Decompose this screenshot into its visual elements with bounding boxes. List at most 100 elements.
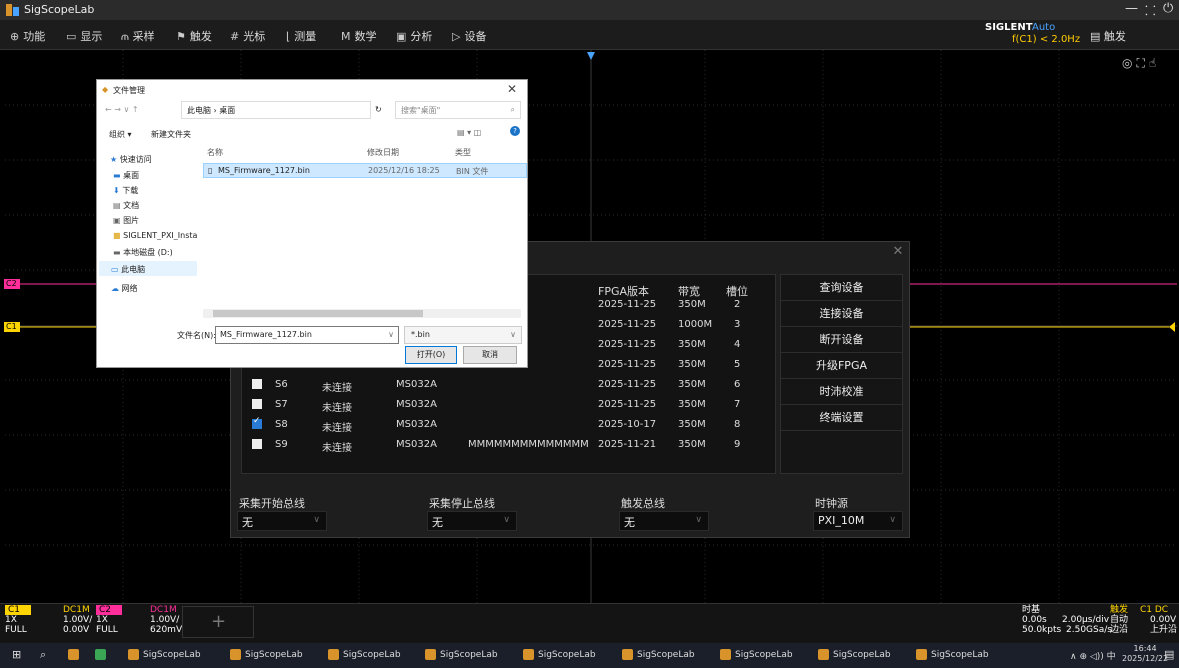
computer-icon: ▭	[111, 265, 122, 274]
c2-marker[interactable]: C2	[4, 279, 20, 289]
taskbar-sigscopelab-3[interactable]: SigScopeLab	[328, 649, 401, 660]
disconnect-device-button[interactable]: 断开设备	[781, 327, 902, 353]
device-row[interactable]: S9 未连接 MS032A MMMMMMMMMMMMMM 2025-11-21 350M 9	[242, 435, 777, 455]
c1-info[interactable]: C1 DC1M 1X 1.00V/ FULL 0.00V	[5, 604, 93, 644]
search-icon[interactable]: ⌕	[40, 648, 46, 662]
timebase-info[interactable]: 时基 0.00s 2.00μs/div 50.0kpts 2.50GSa/s	[1022, 604, 1112, 644]
c2-info[interactable]: C2 DC1M 1X 1.00V/ FULL 620mV	[96, 604, 182, 644]
terminal-settings-button[interactable]: 终端设置	[781, 405, 902, 431]
stop-bus-select[interactable]: 无 ∨	[427, 511, 517, 531]
nav-desktop[interactable]: ▬ 桌面	[113, 170, 139, 181]
device-checkbox[interactable]	[252, 439, 262, 449]
nav-this-pc[interactable]: ▭ 此电脑	[99, 261, 197, 276]
horizontal-scrollbar[interactable]	[203, 309, 521, 318]
windows-start-icon[interactable]: ⊞	[12, 648, 21, 661]
calibration-button[interactable]: 时沛校准	[781, 379, 902, 405]
col-name[interactable]: 名称	[207, 147, 223, 158]
taskbar-app-icon[interactable]	[68, 649, 83, 660]
nav-network[interactable]: ☁ 网络	[111, 283, 138, 294]
menu-analysis[interactable]: ▣ 分析	[396, 28, 432, 44]
fpga-version: 2025-10-17	[598, 419, 657, 430]
tray-icons[interactable]: ∧ ⊕ ◁)) 中	[1070, 649, 1116, 662]
analysis-icon: ▣	[396, 30, 407, 43]
nav-quick-access[interactable]: ★ 快速访问	[110, 154, 152, 165]
trigger-bus-label: 触发总线	[621, 497, 665, 510]
menu-math[interactable]: M 数学	[341, 28, 377, 44]
menu-acquire[interactable]: ⫙ 采样	[121, 28, 155, 44]
clock[interactable]: 16:44 2025/12/22	[1122, 644, 1168, 664]
filename-input[interactable]: MS_Firmware_1127.bin ∨	[215, 326, 399, 344]
new-folder-button[interactable]: 新建文件夹	[151, 129, 191, 140]
open-button[interactable]: 打开(O)	[405, 346, 457, 364]
nav-downloads[interactable]: ⬇ 下载	[113, 185, 138, 196]
nav-siglent-folder[interactable]: ■ SIGLENT_PXI_Insta	[113, 231, 203, 240]
col-date[interactable]: 修改日期	[367, 147, 399, 158]
close-icon[interactable]: ✕	[889, 244, 907, 262]
device-row[interactable]: S6 未连接 MS032A 2025-11-25 350M 6	[242, 375, 777, 395]
taskbar-app-icon-green[interactable]	[95, 649, 110, 660]
taskbar-sigscopelab-4[interactable]: SigScopeLab	[425, 649, 498, 660]
run-mode[interactable]: Auto	[1032, 22, 1055, 33]
power-button[interactable]: ⏻	[1163, 1, 1173, 16]
taskbar-sigscopelab-7[interactable]: SigScopeLab	[720, 649, 793, 660]
trigger-menu-button[interactable]: ▤ 触发	[1090, 28, 1126, 44]
clock-source-select[interactable]: PXI_10M ∨	[813, 511, 903, 531]
taskbar-sigscopelab-1[interactable]: SigScopeLab	[128, 649, 201, 660]
layout-button[interactable]: ⸬	[1145, 1, 1156, 19]
bandwidth: 350M	[678, 339, 706, 350]
connect-device-button[interactable]: 连接设备	[781, 301, 902, 327]
minimize-button[interactable]: —	[1125, 1, 1138, 16]
nav-documents[interactable]: ▤ 文档	[113, 200, 139, 211]
action-panel: 查询设备 连接设备 断开设备 升级FPGA 时沛校准 终端设置	[780, 274, 903, 474]
nav-arrows[interactable]: ← → ∨ ↑	[105, 105, 139, 114]
chevron-down-icon: ∨	[510, 330, 516, 339]
menu-device[interactable]: ▷ 设备	[452, 28, 486, 44]
device-checkbox[interactable]	[252, 399, 262, 409]
device-row[interactable]: S8 未连接 MS032A 2025-10-17 350M 8	[242, 415, 777, 435]
c1-marker[interactable]: C1	[4, 322, 20, 332]
taskbar-sigscopelab-8[interactable]: SigScopeLab	[818, 649, 891, 660]
filetype-select[interactable]: *.bin ∨	[404, 326, 522, 344]
connection-state: 未连接	[322, 403, 352, 414]
fpga-version: 2025-11-25	[598, 299, 657, 310]
nav-pictures[interactable]: ▣ 图片	[113, 215, 139, 226]
device-row[interactable]: S7 未连接 MS032A 2025-11-25 350M 7	[242, 395, 777, 415]
menu-display[interactable]: ▭ 显示	[66, 28, 102, 44]
help-icon[interactable]: ?	[510, 126, 520, 136]
file-row[interactable]: ▯ MS_Firmware_1127.bin 2025/12/16 18:25 …	[203, 163, 527, 178]
nav-disk-d[interactable]: ▬ 本地磁盘 (D:)	[113, 247, 173, 258]
device-checkbox[interactable]	[252, 379, 262, 389]
fullscreen-icon[interactable]: ⛶	[1136, 56, 1148, 70]
refresh-icon[interactable]: ↻	[375, 105, 382, 114]
taskbar-sigscopelab-9[interactable]: SigScopeLab	[916, 649, 989, 660]
taskbar: ⊞ ⌕ SigScopeLab SigScopeLab SigScopeLab …	[0, 643, 1179, 668]
taskbar-sigscopelab-5[interactable]: SigScopeLab	[523, 649, 596, 660]
trigger-bus-select[interactable]: 无 ∨	[619, 511, 709, 531]
menu-cursor[interactable]: # 光标	[230, 28, 265, 44]
menu-function[interactable]: ⊕ 功能	[10, 28, 45, 44]
organize-button[interactable]: 组织 ▾	[109, 129, 132, 140]
app-title: SigScopeLab	[24, 3, 95, 16]
query-device-button[interactable]: 查询设备	[781, 275, 902, 301]
start-bus-select[interactable]: 无 ∨	[237, 511, 327, 531]
disk-icon: ▬	[113, 248, 124, 257]
col-type[interactable]: 类型	[455, 147, 471, 158]
notification-icon[interactable]: ▤	[1164, 648, 1174, 661]
cancel-button[interactable]: 取消	[463, 346, 517, 364]
view-icon[interactable]: ▤ ▾ ◫	[457, 128, 481, 137]
taskbar-sigscopelab-6[interactable]: SigScopeLab	[622, 649, 695, 660]
menu-measure[interactable]: ⌊ 测量	[286, 28, 316, 44]
touch-icon[interactable]: ☝	[1149, 56, 1160, 70]
menu-trigger[interactable]: ⚑ 触发	[176, 28, 212, 44]
address-bar[interactable]: 此电脑 › 桌面	[181, 101, 371, 119]
taskbar-sigscopelab-2[interactable]: SigScopeLab	[230, 649, 303, 660]
trigger-info[interactable]: 触发 C1 DC 自动 0.00V 边沿 上升沿	[1110, 604, 1179, 644]
close-icon[interactable]: ✕	[507, 82, 517, 96]
screenshot-icon[interactable]: ◎	[1122, 56, 1136, 70]
add-channel-button[interactable]: +	[182, 606, 254, 638]
search-input[interactable]: 搜索"桌面" ⌕	[395, 101, 521, 119]
status-bar: C1 DC1M 1X 1.00V/ FULL 0.00V C2 DC1M 1X …	[0, 603, 1179, 643]
device-checkbox[interactable]	[252, 416, 262, 429]
menu-icon: ▤	[1090, 30, 1104, 43]
upgrade-fpga-button[interactable]: 升级FPGA	[781, 353, 902, 379]
